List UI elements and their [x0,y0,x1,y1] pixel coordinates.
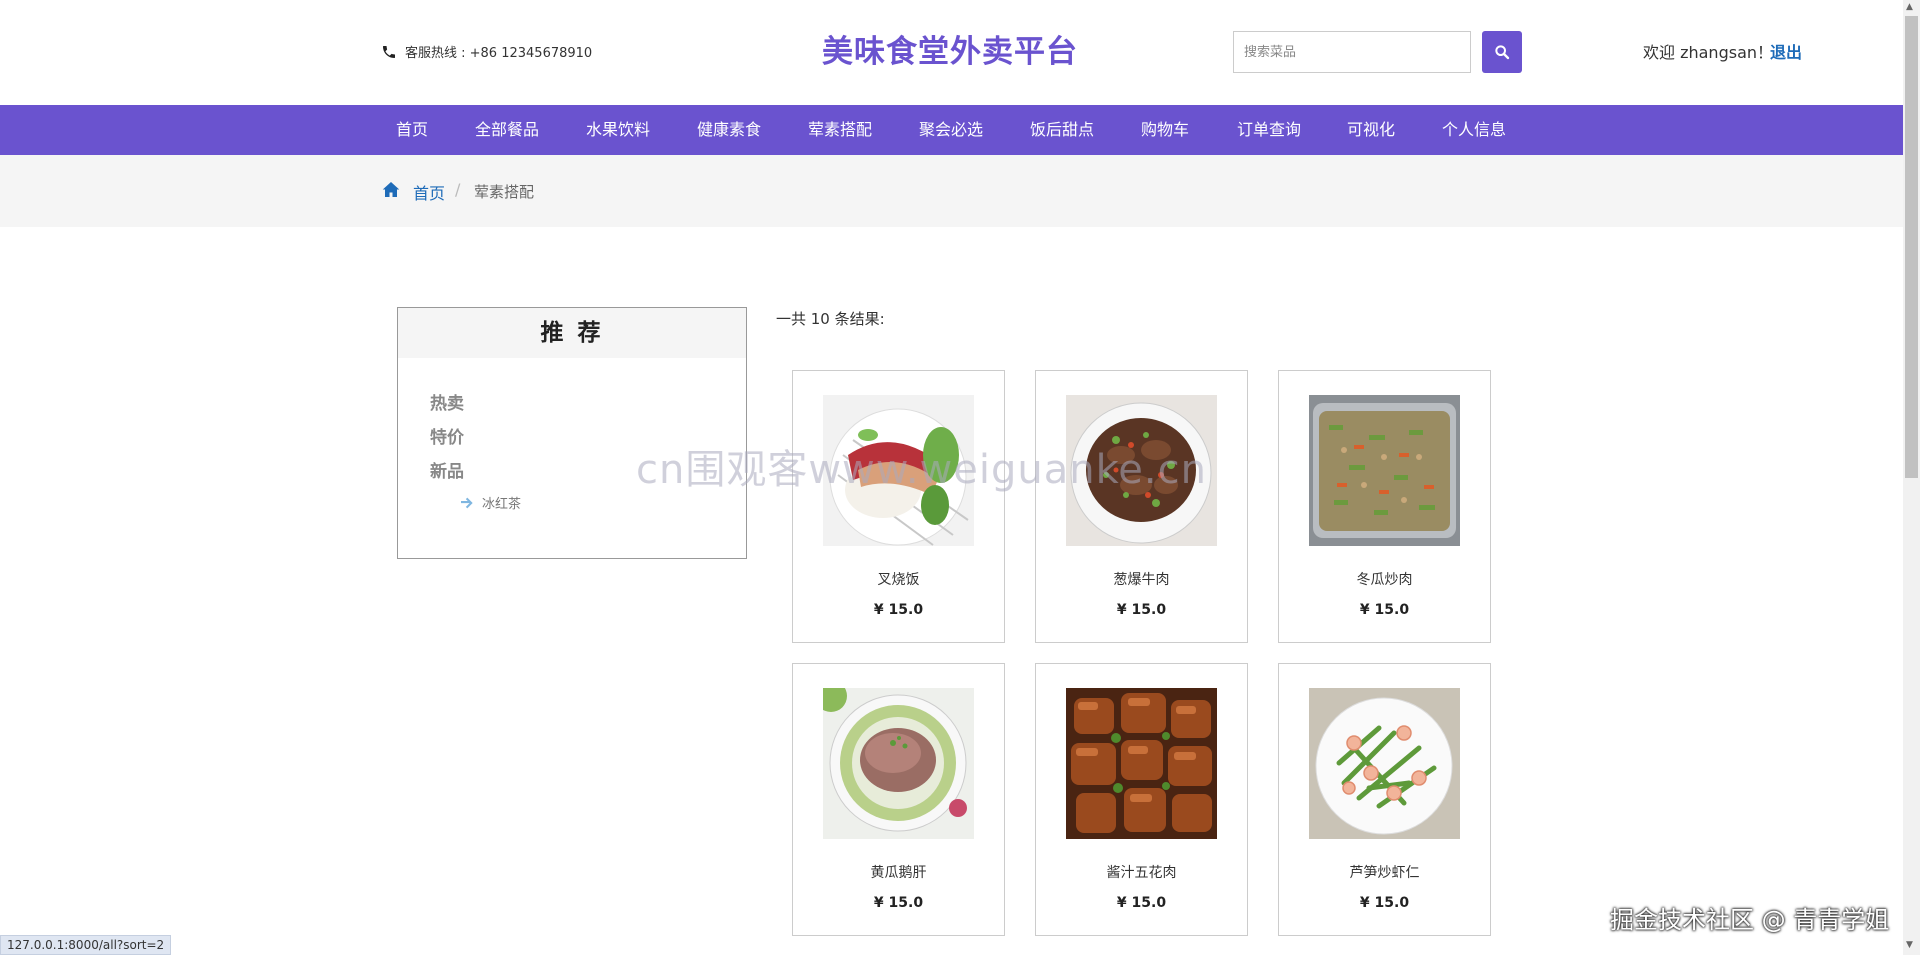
recommend-panel: 推 荐 热卖 特价 新品 冰红茶 [397,307,747,559]
product-image[interactable] [1309,688,1460,839]
nav-cart[interactable]: 购物车 [1141,105,1189,155]
home-icon[interactable] [382,181,400,198]
product-card[interactable]: 叉烧饭 ¥ 15.0 [792,370,1005,643]
product-name[interactable]: 芦笋炒虾仁 [1279,862,1490,882]
product-name[interactable]: 黄瓜鹅肝 [793,862,1004,882]
product-image[interactable] [1066,688,1217,839]
arrow-right-icon [461,497,473,508]
nav-vegetarian[interactable]: 健康素食 [697,105,761,155]
product-name[interactable]: 酱汁五花肉 [1036,862,1247,882]
product-price: ¥ 15.0 [1116,602,1167,618]
scrollbar-thumb[interactable] [1905,16,1918,478]
nav-orders[interactable]: 订单查询 [1237,105,1301,155]
search-input[interactable] [1233,31,1471,73]
welcome-text: 欢迎 zhangsan！ [1643,43,1774,62]
product-card[interactable]: 黄瓜鹅肝 ¥ 15.0 [792,663,1005,936]
sidebar-link-hot[interactable]: 热卖 [430,389,464,414]
logout-link[interactable]: 退出 [1770,39,1802,63]
nav-fruit-drinks[interactable]: 水果饮料 [586,105,650,155]
sidebar-link-new[interactable]: 新品 [430,457,464,482]
site-title[interactable]: 美味食堂外卖平台 [822,26,1078,71]
product-price: ¥ 15.0 [1359,602,1410,618]
search-button[interactable] [1482,31,1522,73]
product-price: ¥ 15.0 [873,602,924,618]
product-price: ¥ 15.0 [1116,895,1167,911]
nav-dessert[interactable]: 饭后甜点 [1030,105,1094,155]
status-bar-url: 127.0.0.1:8000/all?sort=2 [0,935,172,955]
credit-watermark: 掘金技术社区 @ 青青学姐 [1610,906,1890,934]
product-image[interactable] [823,688,974,839]
nav-all-meals[interactable]: 全部餐品 [475,105,539,155]
recommend-title: 推 荐 [398,308,746,358]
hotline: 客服热线 : +86 12345678910 [381,42,592,61]
product-card[interactable]: 冬瓜炒肉 ¥ 15.0 [1278,370,1491,643]
sidebar-sub-label: 冰红茶 [482,497,522,512]
hotline-text: 客服热线 : +86 12345678910 [405,46,593,61]
breadcrumb-home[interactable]: 首页 [413,180,445,204]
nav-visualization[interactable]: 可视化 [1347,105,1395,155]
nav-mixed-dishes[interactable]: 荤素搭配 [808,105,872,155]
sidebar-link-special[interactable]: 特价 [430,423,464,448]
product-name[interactable]: 叉烧饭 [793,569,1004,589]
top-header: 客服热线 : +86 12345678910 美味食堂外卖平台 欢迎 zhang… [0,0,1900,105]
sidebar-sub-item[interactable]: 冰红茶 [461,493,521,512]
product-card[interactable]: 芦笋炒虾仁 ¥ 15.0 [1278,663,1491,936]
product-image[interactable] [1309,395,1460,546]
breadcrumb-current: 荤素搭配 [474,183,535,201]
result-count: 一共 10 条结果: [776,310,885,328]
product-price: ¥ 15.0 [1359,895,1410,911]
scroll-up-icon[interactable]: ▲ [1906,2,1913,12]
product-price: ¥ 15.0 [873,895,924,911]
nav-home[interactable]: 首页 [396,105,428,155]
search-icon [1495,45,1510,60]
breadcrumb [0,155,1903,227]
main-nav: 首页 全部餐品 水果饮料 健康素食 荤素搭配 聚会必选 饭后甜点 购物车 订单查… [0,105,1903,155]
product-card[interactable]: 酱汁五花肉 ¥ 15.0 [1035,663,1248,936]
product-name[interactable]: 冬瓜炒肉 [1279,569,1490,589]
nav-party[interactable]: 聚会必选 [919,105,983,155]
product-name[interactable]: 葱爆牛肉 [1036,569,1247,589]
scroll-down-icon[interactable]: ▼ [1906,940,1913,950]
watermark: cn围观客www.weiguanke.cn [636,447,1207,493]
product-card[interactable]: 葱爆牛肉 ¥ 15.0 [1035,370,1248,643]
phone-icon [383,45,395,58]
nav-profile[interactable]: 个人信息 [1442,105,1506,155]
breadcrumb-separator: / [455,180,461,199]
